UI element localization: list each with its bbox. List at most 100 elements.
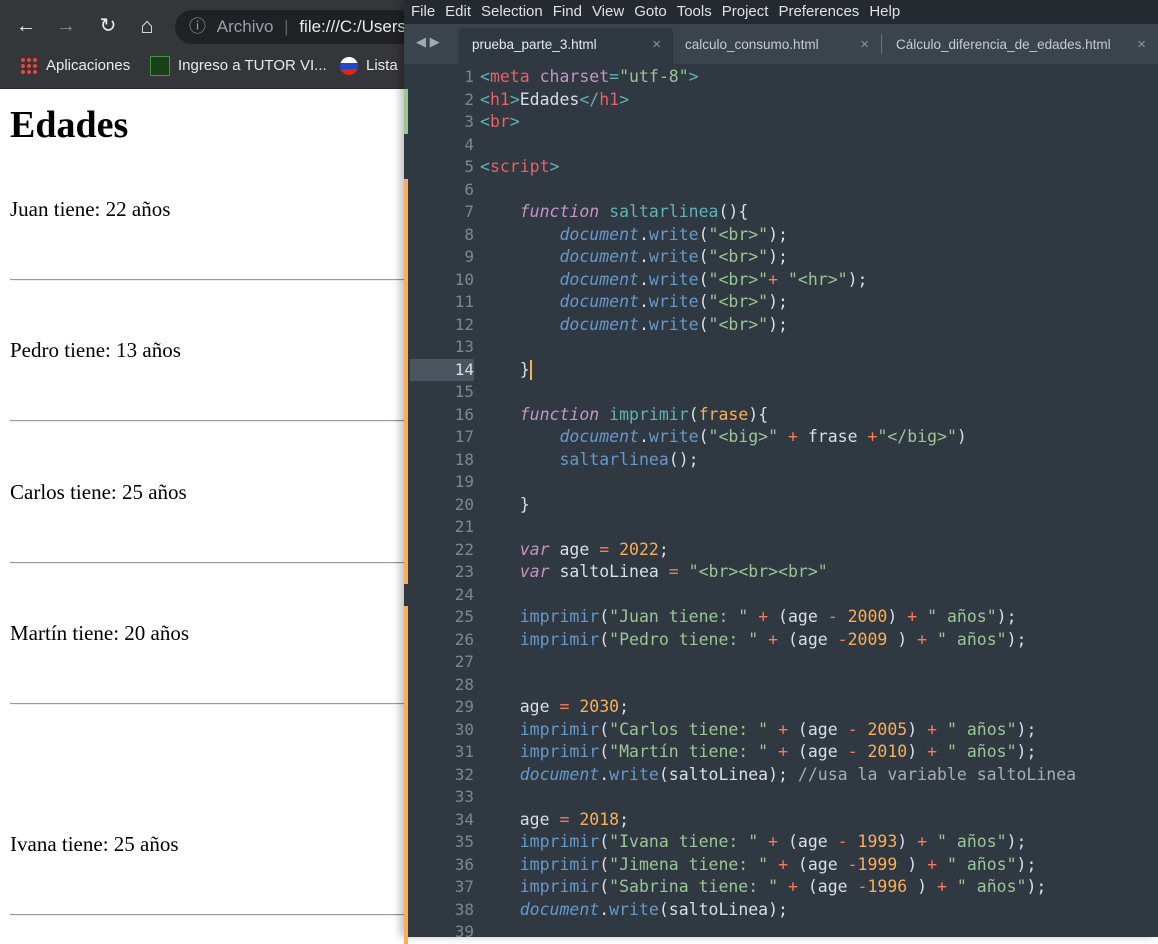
- line-number: 26: [454, 629, 474, 649]
- code-line[interactable]: 29 age = 2030;: [404, 696, 1158, 719]
- code-line[interactable]: 38 document.write(saltoLinea);: [404, 898, 1158, 921]
- code-line[interactable]: 34 age = 2018;: [404, 808, 1158, 831]
- bookmark-label: Aplicaciones: [46, 57, 131, 74]
- bookmark-label: Ingreso a TUTOR VI...: [178, 57, 327, 74]
- code-text: document.write("<br>");: [559, 247, 788, 266]
- code-line[interactable]: 31 imprimir("Martín tiene: " + (age - 20…: [404, 741, 1158, 764]
- bookmark-tutor[interactable]: Ingreso a TUTOR VI...: [150, 52, 327, 88]
- browser-window: ← → ↻ ⌂ ⓘ Archivo | file:///C:/Users Apl…: [0, 0, 435, 937]
- info-icon[interactable]: ⓘ: [189, 17, 206, 36]
- code-line[interactable]: 16 function imprimir(frase){: [404, 403, 1158, 426]
- horizontal-rule: [10, 562, 404, 564]
- code-text: document.write("<br>");: [559, 292, 788, 311]
- tab-calculo-diferencia-edades[interactable]: Cálculo_diferencia_de_edades.html ×: [882, 28, 1158, 64]
- code-line[interactable]: 35 imprimir("Ivana tiene: " + (age - 199…: [404, 831, 1158, 854]
- code-line[interactable]: 5 <script>: [404, 156, 1158, 179]
- code-line[interactable]: 8 document.write("<br>");: [404, 223, 1158, 246]
- code-line[interactable]: 6: [404, 178, 1158, 201]
- code-line[interactable]: 27: [404, 651, 1158, 674]
- url-text[interactable]: file:///C:/Users: [299, 17, 406, 36]
- code-line[interactable]: 23 var saltoLinea = "<br><br><br>": [404, 561, 1158, 584]
- close-icon[interactable]: ×: [652, 28, 661, 62]
- tab-nav-arrows-icon[interactable]: ◀ ▶: [416, 34, 440, 50]
- code-line[interactable]: 17 document.write("<big>" + frase +"</bi…: [404, 426, 1158, 449]
- close-icon[interactable]: ×: [1137, 28, 1146, 62]
- line-number: 7: [464, 202, 474, 221]
- code-line[interactable]: 33: [404, 786, 1158, 809]
- code-line[interactable]: 9 document.write("<br>");: [404, 246, 1158, 269]
- tab-label: prueba_parte_3.html: [472, 37, 597, 52]
- age-line: Juan tiene: 22 años: [10, 197, 171, 221]
- menu-view[interactable]: View: [592, 3, 624, 20]
- code-line[interactable]: 14 }: [404, 358, 1158, 381]
- menu-file[interactable]: File: [411, 3, 435, 20]
- code-area[interactable]: 1 <meta charset="utf-8"> 2 <h1>Edades</h1> 3…: [404, 66, 1158, 944]
- line-number: 29: [454, 697, 474, 716]
- menu-project[interactable]: Project: [722, 3, 769, 20]
- code-line[interactable]: 3 <br>: [404, 111, 1158, 134]
- code-line[interactable]: 22 var age = 2022;: [404, 538, 1158, 561]
- forward-button[interactable]: →: [52, 12, 80, 40]
- code-line[interactable]: 32 document.write(saltoLinea); //usa la …: [404, 763, 1158, 786]
- code-line[interactable]: 4: [404, 134, 1158, 157]
- browser-toolbar: ← → ↻ ⌂ ⓘ Archivo | file:///C:/Users: [0, 0, 435, 52]
- code-line[interactable]: 10 document.write("<br>"+ "<hr>");: [404, 268, 1158, 291]
- bookmark-apps[interactable]: Aplicaciones: [20, 52, 130, 88]
- code-text: imprimir("Juan tiene: " + (age - 2000) +…: [519, 607, 1017, 626]
- apps-grid-icon: [20, 57, 38, 76]
- back-button[interactable]: ←: [12, 12, 40, 40]
- line-number: 16: [454, 404, 474, 424]
- code-text: <h1>Edades</h1>: [480, 89, 630, 109]
- menu-goto[interactable]: Goto: [634, 3, 667, 20]
- code-line[interactable]: 2 <h1>Edades</h1>: [404, 88, 1158, 111]
- code-line[interactable]: 12 document.write("<br>");: [404, 313, 1158, 336]
- horizontal-rule: [10, 420, 404, 422]
- address-bar[interactable]: ⓘ Archivo | file:///C:/Users: [175, 10, 435, 44]
- line-number: 34: [454, 809, 474, 829]
- line-number: 25: [454, 607, 474, 626]
- code-line[interactable]: 19: [404, 471, 1158, 494]
- line-number: 32: [454, 764, 474, 784]
- code-line[interactable]: 28: [404, 673, 1158, 696]
- tutor-virtual-icon: [150, 56, 170, 77]
- tab-prueba-parte-3[interactable]: prueba_parte_3.html ×: [458, 28, 673, 64]
- code-text: }: [480, 359, 532, 380]
- code-editor: File Edit Selection Find View Goto Tools Projec…: [404, 0, 1158, 944]
- code-line[interactable]: 13: [404, 336, 1158, 359]
- menu-tools[interactable]: Tools: [677, 3, 712, 20]
- menu-selection[interactable]: Selection: [481, 3, 543, 20]
- tab-label: calculo_consumo.html: [685, 37, 819, 52]
- age-line: Carlos tiene: 25 años: [10, 480, 187, 504]
- code-line[interactable]: 26 imprimir("Pedro tiene: " + (age -2009…: [404, 628, 1158, 651]
- line-number: 28: [454, 674, 474, 694]
- code-line[interactable]: 20 }: [404, 493, 1158, 516]
- code-line[interactable]: 30 imprimir("Carlos tiene: " + (age - 20…: [404, 718, 1158, 741]
- menu-preferences[interactable]: Preferences: [778, 3, 859, 20]
- tab-calculo-consumo[interactable]: calculo_consumo.html ×: [673, 28, 881, 64]
- code-line[interactable]: 15: [404, 381, 1158, 404]
- line-number: 4: [464, 134, 474, 154]
- code-line[interactable]: 24: [404, 584, 1158, 607]
- menu-help[interactable]: Help: [869, 3, 900, 20]
- code-line[interactable]: 21: [404, 516, 1158, 539]
- code-line[interactable]: 37 imprimir("Sabrina tiene: " + (age -19…: [404, 876, 1158, 899]
- arrow-right-icon: →: [56, 15, 76, 37]
- code-line[interactable]: 7 function saltarlinea(){: [404, 201, 1158, 224]
- home-button[interactable]: ⌂: [133, 12, 161, 40]
- reload-button[interactable]: ↻: [94, 12, 122, 40]
- code-line[interactable]: 1 <meta charset="utf-8">: [404, 66, 1158, 89]
- code-line[interactable]: 18 saltarlinea();: [404, 448, 1158, 471]
- line-number: 38: [454, 899, 474, 919]
- bookmark-lista[interactable]: Lista: [340, 52, 398, 88]
- line-number: 14: [454, 359, 474, 379]
- menu-edit[interactable]: Edit: [445, 3, 471, 20]
- code-line[interactable]: 25 imprimir("Juan tiene: " + (age - 2000…: [404, 606, 1158, 629]
- code-text: document.write(saltoLinea); //usa la var…: [519, 764, 1077, 784]
- menu-find[interactable]: Find: [553, 3, 582, 20]
- code-text: document.write(saltoLinea);: [519, 899, 788, 919]
- code-line[interactable]: 39: [404, 921, 1158, 944]
- close-icon[interactable]: ×: [860, 28, 869, 62]
- code-text: age = 2018;: [480, 809, 630, 829]
- code-line[interactable]: 36 imprimir("Jimena tiene: " + (age -199…: [404, 853, 1158, 876]
- code-line[interactable]: 11 document.write("<br>");: [404, 291, 1158, 314]
